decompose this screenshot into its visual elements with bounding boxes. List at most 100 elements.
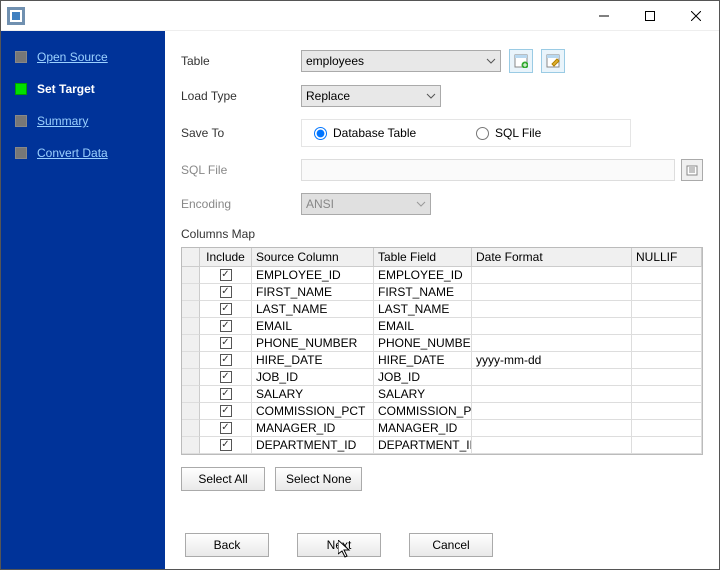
row-handle[interactable] (182, 267, 200, 284)
table-field-cell[interactable]: JOB_ID (374, 369, 472, 386)
table-row[interactable]: EMPLOYEE_IDEMPLOYEE_ID (182, 267, 702, 284)
nullif-cell[interactable] (632, 301, 702, 318)
include-cell[interactable] (200, 437, 252, 454)
source-column-cell[interactable]: SALARY (252, 386, 374, 403)
source-column-cell[interactable]: COMMISSION_PCT (252, 403, 374, 420)
include-checkbox[interactable] (220, 286, 232, 298)
minimize-button[interactable] (581, 1, 627, 31)
source-column-cell[interactable]: EMPLOYEE_ID (252, 267, 374, 284)
column-header[interactable]: Table Field (374, 248, 472, 267)
include-cell[interactable] (200, 301, 252, 318)
table-field-cell[interactable]: MANAGER_ID (374, 420, 472, 437)
include-checkbox[interactable] (220, 303, 232, 315)
table-field-cell[interactable]: DEPARTMENT_ID (374, 437, 472, 454)
date-format-cell[interactable] (472, 386, 632, 403)
row-handle[interactable] (182, 301, 200, 318)
include-checkbox[interactable] (220, 269, 232, 281)
row-handle[interactable] (182, 335, 200, 352)
include-cell[interactable] (200, 335, 252, 352)
row-handle[interactable] (182, 386, 200, 403)
edit-table-button[interactable] (541, 49, 565, 73)
table-row[interactable]: PHONE_NUMBERPHONE_NUMBER (182, 335, 702, 352)
nullif-cell[interactable] (632, 335, 702, 352)
row-handle[interactable] (182, 420, 200, 437)
source-column-cell[interactable]: FIRST_NAME (252, 284, 374, 301)
nullif-cell[interactable] (632, 403, 702, 420)
date-format-cell[interactable] (472, 284, 632, 301)
table-row[interactable]: FIRST_NAMEFIRST_NAME (182, 284, 702, 301)
include-checkbox[interactable] (220, 337, 232, 349)
date-format-cell[interactable] (472, 437, 632, 454)
table-select[interactable]: employees (301, 50, 501, 72)
new-table-button[interactable] (509, 49, 533, 73)
nullif-cell[interactable] (632, 318, 702, 335)
select-none-button[interactable]: Select None (275, 467, 362, 491)
include-checkbox[interactable] (220, 422, 232, 434)
row-handle[interactable] (182, 284, 200, 301)
include-cell[interactable] (200, 318, 252, 335)
table-row[interactable]: COMMISSION_PCTCOMMISSION_PC (182, 403, 702, 420)
nullif-cell[interactable] (632, 437, 702, 454)
table-row[interactable]: LAST_NAMELAST_NAME (182, 301, 702, 318)
nullif-cell[interactable] (632, 369, 702, 386)
nullif-cell[interactable] (632, 386, 702, 403)
source-column-cell[interactable]: MANAGER_ID (252, 420, 374, 437)
column-header[interactable]: Include (200, 248, 252, 267)
row-handle[interactable] (182, 369, 200, 386)
row-handle[interactable] (182, 437, 200, 454)
date-format-cell[interactable] (472, 267, 632, 284)
row-handle[interactable] (182, 403, 200, 420)
table-field-cell[interactable]: SALARY (374, 386, 472, 403)
include-cell[interactable] (200, 267, 252, 284)
radio-input[interactable] (314, 127, 327, 140)
include-cell[interactable] (200, 403, 252, 420)
table-field-cell[interactable]: PHONE_NUMBER (374, 335, 472, 352)
sql-file-input[interactable] (301, 159, 675, 181)
date-format-cell[interactable] (472, 301, 632, 318)
table-row[interactable]: SALARYSALARY (182, 386, 702, 403)
date-format-cell[interactable] (472, 335, 632, 352)
include-cell[interactable] (200, 369, 252, 386)
table-row[interactable]: HIRE_DATEHIRE_DATEyyyy-mm-dd (182, 352, 702, 369)
include-cell[interactable] (200, 386, 252, 403)
include-cell[interactable] (200, 352, 252, 369)
include-checkbox[interactable] (220, 320, 232, 332)
nullif-cell[interactable] (632, 352, 702, 369)
table-field-cell[interactable]: COMMISSION_PC (374, 403, 472, 420)
source-column-cell[interactable]: HIRE_DATE (252, 352, 374, 369)
column-header[interactable] (182, 248, 200, 267)
step-set-target[interactable]: Set Target (1, 73, 165, 105)
table-row[interactable]: MANAGER_IDMANAGER_ID (182, 420, 702, 437)
table-field-cell[interactable]: EMAIL (374, 318, 472, 335)
radio-sql-file[interactable]: SQL File (476, 126, 626, 140)
radio-input[interactable] (476, 127, 489, 140)
include-checkbox[interactable] (220, 439, 232, 451)
select-all-button[interactable]: Select All (181, 467, 265, 491)
nullif-cell[interactable] (632, 267, 702, 284)
column-header[interactable]: NULLIF (632, 248, 702, 267)
source-column-cell[interactable]: DEPARTMENT_ID (252, 437, 374, 454)
maximize-button[interactable] (627, 1, 673, 31)
source-column-cell[interactable]: JOB_ID (252, 369, 374, 386)
row-handle[interactable] (182, 352, 200, 369)
radio-database-table[interactable]: Database Table (314, 126, 464, 140)
back-button[interactable]: Back (185, 533, 269, 557)
cancel-button[interactable]: Cancel (409, 533, 493, 557)
nullif-cell[interactable] (632, 284, 702, 301)
include-checkbox[interactable] (220, 405, 232, 417)
include-cell[interactable] (200, 420, 252, 437)
date-format-cell[interactable] (472, 420, 632, 437)
date-format-cell[interactable] (472, 318, 632, 335)
table-row[interactable]: JOB_IDJOB_ID (182, 369, 702, 386)
table-field-cell[interactable]: EMPLOYEE_ID (374, 267, 472, 284)
table-field-cell[interactable]: HIRE_DATE (374, 352, 472, 369)
close-button[interactable] (673, 1, 719, 31)
column-header[interactable]: Date Format (472, 248, 632, 267)
next-button[interactable]: Next (297, 533, 381, 557)
table-field-cell[interactable]: FIRST_NAME (374, 284, 472, 301)
date-format-cell[interactable] (472, 403, 632, 420)
source-column-cell[interactable]: LAST_NAME (252, 301, 374, 318)
source-column-cell[interactable]: PHONE_NUMBER (252, 335, 374, 352)
step-convert-data[interactable]: Convert Data (1, 137, 165, 169)
source-column-cell[interactable]: EMAIL (252, 318, 374, 335)
